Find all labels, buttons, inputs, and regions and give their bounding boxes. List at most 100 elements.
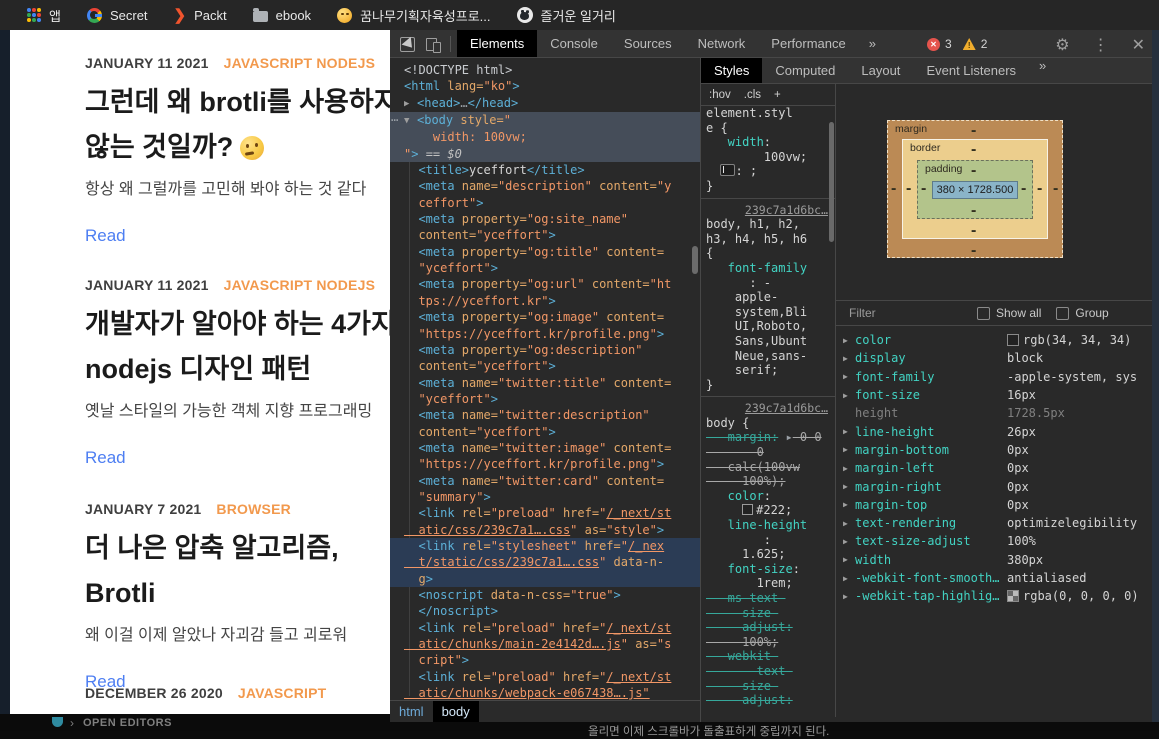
dom-tree-line[interactable]: <meta name="description" content="y: [390, 178, 700, 194]
stylesheet-link[interactable]: 239c7a1d6bc…: [701, 203, 835, 218]
dom-tree-line[interactable]: <meta property="og:image" content=: [390, 309, 700, 325]
dom-tree-line[interactable]: <title>yceffort</title>: [390, 162, 700, 178]
style-rule-line[interactable]: :: [701, 533, 835, 548]
dom-tree-line[interactable]: ▶<head>…</head>: [390, 95, 700, 112]
style-rule-line[interactable]: Sans,Ubunt: [701, 334, 835, 349]
bookmark-item[interactable]: 앱: [14, 0, 74, 30]
crumb-html[interactable]: html: [390, 701, 433, 722]
tab-computed[interactable]: Computed: [762, 58, 848, 83]
dom-tree-line[interactable]: content="yceffort">: [390, 358, 700, 374]
post-tags[interactable]: BROWSER: [216, 501, 291, 517]
box-model-diagram[interactable]: margin border padding 380 × 1728.500 ---…: [887, 120, 1063, 258]
style-rule-line[interactable]: size-: [701, 679, 835, 694]
style-rule-line[interactable]: serif;: [701, 363, 835, 378]
read-link[interactable]: Read: [85, 448, 390, 468]
dom-tree-line[interactable]: <meta name="twitter:card" content=: [390, 473, 700, 489]
kebab-menu-icon[interactable]: ⋮: [1093, 35, 1109, 55]
open-editors-label[interactable]: OPEN EDITORS: [83, 717, 172, 729]
filter-input[interactable]: Filter: [835, 306, 977, 320]
dom-tree-line[interactable]: <meta name="twitter:title" content=: [390, 375, 700, 391]
bookmark-item[interactable]: 꿈나무기획자육성프로...: [324, 0, 503, 30]
dom-tree-line[interactable]: ceffort">: [390, 195, 700, 211]
post-tags[interactable]: JAVASCRIPT NODEJS: [224, 55, 375, 71]
style-rule-line[interactable]: font-family: [701, 261, 835, 276]
device-toolbar-icon[interactable]: [425, 36, 440, 51]
computed-prop-row[interactable]: ▶font-size16px: [835, 386, 1159, 404]
read-link[interactable]: Read: [85, 226, 390, 246]
tab-event-listeners[interactable]: Event Listeners: [913, 58, 1029, 83]
computed-prop-row[interactable]: ▶colorrgb(34, 34, 34): [835, 331, 1159, 349]
dom-tree-line[interactable]: <meta name="twitter:image" content=: [390, 440, 700, 456]
dom-tree-line[interactable]: content="yceffort">: [390, 227, 700, 243]
show-all-checkbox[interactable]: Show all: [977, 306, 1041, 320]
tab-network[interactable]: Network: [685, 30, 759, 57]
tab-layout[interactable]: Layout: [848, 58, 913, 83]
style-rule-line[interactable]: adjust:: [701, 620, 835, 635]
computed-prop-row[interactable]: ▶margin-right0px: [835, 477, 1159, 495]
style-rule-line[interactable]: -ms-text-: [701, 591, 835, 606]
style-rule-line[interactable]: line-height: [701, 518, 835, 533]
style-rule-line[interactable]: text-: [701, 664, 835, 679]
style-rule-line[interactable]: — 100%);: [701, 474, 835, 489]
style-rule-line[interactable]: Neue,sans-: [701, 349, 835, 364]
crumb-body[interactable]: body: [433, 701, 479, 722]
console-badges[interactable]: ✕ 3 ! 2: [927, 37, 987, 51]
more-tabs-button[interactable]: »: [859, 36, 886, 51]
computed-prop-row[interactable]: ▶margin-left0px: [835, 459, 1159, 477]
style-rule-line[interactable]: }: [701, 179, 835, 194]
style-rule-line[interactable]: {: [701, 246, 835, 261]
dom-tree-line[interactable]: atic/chunks/webpack-e067438….js": [390, 685, 700, 700]
style-rule-line[interactable]: width:: [701, 135, 835, 150]
bookmark-item[interactable]: ❯Packt: [161, 0, 240, 30]
style-rule-line[interactable]: calc(100vw: [701, 460, 835, 475]
computed-prop-row[interactable]: height1728.5px: [835, 404, 1159, 422]
collapse-arrow-icon[interactable]: ▼: [404, 113, 417, 129]
chevron-right-icon[interactable]: ›: [70, 716, 74, 730]
style-rule-line[interactable]: body, h1, h2,: [701, 217, 835, 232]
style-rule-line[interactable]: #222;: [701, 503, 835, 518]
bookmark-item[interactable]: Secret: [74, 0, 161, 30]
dom-tree-line[interactable]: <meta property="og:title" content=: [390, 244, 700, 260]
dom-tree-line[interactable]: ⋯▼<body style=": [390, 112, 700, 129]
dom-tree-line[interactable]: cript">: [390, 652, 700, 668]
style-rule-line[interactable]: 1.625;: [701, 547, 835, 562]
close-icon[interactable]: ✕: [1132, 35, 1145, 55]
expand-arrow-icon[interactable]: ▶: [404, 96, 417, 112]
group-checkbox[interactable]: Group: [1056, 306, 1108, 320]
tab-console[interactable]: Console: [537, 30, 611, 57]
style-rule-line[interactable]: -webkit-: [701, 649, 835, 664]
pseudo-toggle-cls[interactable]: .cls: [744, 89, 761, 101]
style-rule-line[interactable]: body {: [701, 416, 835, 431]
style-rule-line[interactable]: apple-: [701, 290, 835, 305]
style-rule-line[interactable]: element.styl: [701, 106, 835, 121]
bookmark-item[interactable]: 즐거운 일거리: [504, 0, 629, 30]
tab-performance[interactable]: Performance: [758, 30, 858, 57]
post-title[interactable]: ES2021 미리보기: [85, 710, 390, 714]
style-rule-line[interactable]: 1rem;: [701, 576, 835, 591]
dom-tree-line[interactable]: t/static/css/239c7a1….css" data-n-: [390, 554, 700, 570]
tab-styles[interactable]: Styles: [701, 58, 762, 83]
overflow-menu-icon[interactable]: ⋯: [391, 112, 397, 128]
dom-tree-line[interactable]: atic/css/239c7a1….css" as="style">: [390, 522, 700, 538]
style-rule-line[interactable]: UI,Roboto,: [701, 319, 835, 334]
dom-tree-line[interactable]: <noscript data-n-css="true">: [390, 587, 700, 603]
style-rule-line[interactable]: h3, h4, h5, h6: [701, 232, 835, 247]
dom-tree-line[interactable]: "yceffort">: [390, 391, 700, 407]
computed-prop-row[interactable]: ▶-webkit-font-smooth…antialiased: [835, 569, 1159, 587]
pseudo-toggle-[interactable]: +: [774, 89, 781, 101]
style-rule-line[interactable]: color:: [701, 489, 835, 504]
tab-sources[interactable]: Sources: [611, 30, 685, 57]
computed-prop-row[interactable]: ▶margin-top0px: [835, 496, 1159, 514]
styles-scrollbar[interactable]: [829, 122, 834, 242]
computed-prop-row[interactable]: ▶font-family-apple-system, sys: [835, 368, 1159, 386]
stylesheet-link[interactable]: 239c7a1d6bc…: [701, 401, 835, 416]
gear-icon[interactable]: ⚙: [1055, 35, 1069, 55]
style-rule-line[interactable]: system,Bli: [701, 305, 835, 320]
color-swatch[interactable]: [742, 504, 753, 515]
style-rule-line[interactable]: 100vw;: [701, 150, 835, 165]
dom-tree-line[interactable]: <link rel="preload" href="/_next/st: [390, 620, 700, 636]
dom-tree-line[interactable]: "https://yceffort.kr/profile.png">: [390, 326, 700, 342]
dom-tree-line[interactable]: </noscript>: [390, 603, 700, 619]
style-rule-line[interactable]: font-size:: [701, 562, 835, 577]
computed-prop-row[interactable]: ▶line-height26px: [835, 422, 1159, 440]
